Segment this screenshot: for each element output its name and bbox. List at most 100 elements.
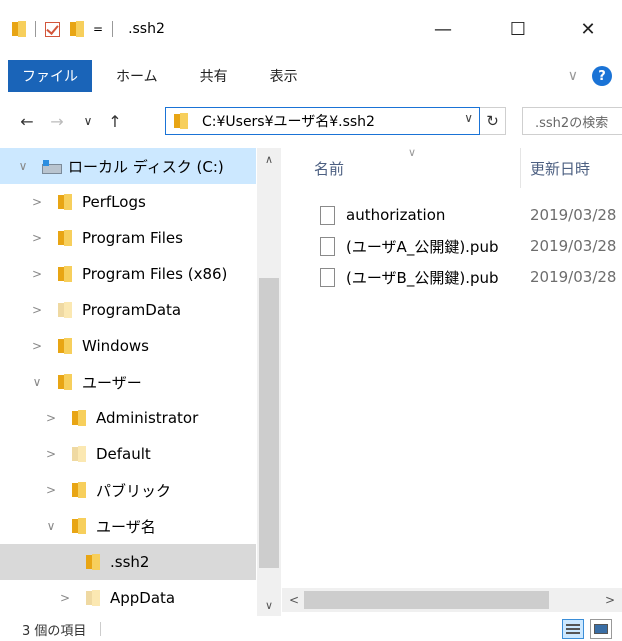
folder-icon [58, 338, 72, 354]
file-icon [320, 205, 335, 225]
expand-chevron-icon[interactable]: ∨ [44, 519, 58, 533]
details-view-button[interactable] [562, 619, 584, 639]
toolbar-separator [112, 21, 114, 37]
scroll-right-icon[interactable]: > [600, 588, 620, 612]
expand-chevron-icon[interactable]: ∨ [16, 159, 30, 173]
expand-ribbon-icon[interactable]: ∨ [568, 68, 578, 84]
tree-item-label: Default [96, 445, 151, 463]
scroll-up-icon[interactable]: ∧ [257, 148, 281, 170]
up-button[interactable]: ↑ [100, 104, 130, 138]
column-header-name[interactable]: 名前 [314, 148, 344, 188]
tree-item-label: ProgramData [82, 301, 182, 319]
address-dropdown-icon[interactable]: ∨ [464, 111, 473, 125]
file-name: authorization [346, 206, 446, 224]
column-header-date[interactable]: 更新日時 [530, 148, 590, 188]
ribbon-tabs: ファイル ホーム 共有 表示 ∨ ? [0, 60, 622, 92]
tree-item-label: パブリック [96, 481, 172, 500]
tree-item[interactable]: .ssh2 [0, 544, 256, 580]
folder-icon [58, 302, 72, 318]
item-count: 3 個の項目 [22, 623, 87, 639]
tab-home[interactable]: ホーム [104, 60, 170, 92]
tree-item[interactable]: ∨ ユーザ名 [0, 508, 256, 544]
tab-view[interactable]: 表示 [258, 60, 310, 92]
tree-item[interactable]: > ProgramData [0, 292, 256, 328]
large-icons-view-button[interactable] [590, 619, 612, 639]
scroll-thumb[interactable] [304, 591, 549, 609]
tree-item[interactable]: ∨ ローカル ディスク (C:) [0, 148, 256, 184]
file-icon [320, 236, 335, 256]
status-bar: 3 個の項目 [0, 617, 622, 641]
file-name: (ユーザB_公開鍵).pub [346, 268, 499, 287]
tree-item-label: AppData [110, 589, 176, 607]
address-row: ← → ∨ ↑ C:¥Users¥ユーザ名¥.ssh2 ∨ ↻ .ssh2の検索 [0, 104, 622, 138]
window-title: .ssh2 [128, 21, 165, 37]
explorer-window: = .ssh2 — ☐ ✕ ファイル ホーム 共有 表示 ∨ ? ← → ∨ ↑… [0, 0, 622, 641]
file-row[interactable]: (ユーザB_公開鍵).pub 2019/03/28 [290, 264, 622, 290]
expand-chevron-icon[interactable]: > [30, 231, 44, 245]
expand-chevron-icon[interactable]: > [44, 447, 58, 461]
address-bar[interactable]: C:¥Users¥ユーザ名¥.ssh2 ∨ [165, 107, 480, 135]
folder-icon [86, 554, 100, 570]
tree-item[interactable]: > パブリック [0, 472, 256, 508]
recent-locations-button[interactable]: ∨ [76, 104, 100, 138]
sort-indicator-icon: ∨ [408, 148, 417, 159]
tree-item[interactable]: > Default [0, 436, 256, 472]
file-icon [320, 267, 335, 287]
file-date: 2019/03/28 [530, 268, 617, 286]
file-date: 2019/03/28 [530, 237, 617, 255]
maximize-button[interactable]: ☐ [495, 12, 541, 46]
tree-item-label: .ssh2 [110, 553, 150, 571]
minimize-button[interactable]: — [420, 12, 466, 46]
file-name: (ユーザA_公開鍵).pub [346, 237, 499, 256]
nav-vertical-scrollbar[interactable]: ∧ ∨ [257, 148, 281, 616]
folder-icon [72, 446, 86, 462]
toolbar-separator [35, 21, 36, 37]
qat-dropdown[interactable]: = [93, 22, 103, 36]
file-date: 2019/03/28 [530, 206, 617, 224]
file-horizontal-scrollbar[interactable]: < > [282, 588, 622, 612]
file-row[interactable]: authorization 2019/03/28 [290, 202, 622, 228]
forward-button[interactable]: → [42, 104, 72, 138]
properties-check-icon[interactable] [45, 21, 60, 37]
refresh-icon[interactable]: ↻ [480, 107, 506, 135]
folder-icon [12, 21, 26, 37]
scroll-thumb[interactable] [259, 278, 279, 568]
expand-chevron-icon[interactable]: ∨ [30, 375, 44, 389]
scroll-down-icon[interactable]: ∨ [257, 594, 281, 616]
search-input[interactable]: .ssh2の検索 [522, 107, 622, 135]
file-row[interactable]: (ユーザA_公開鍵).pub 2019/03/28 [290, 233, 622, 259]
tree-item[interactable]: > Windows [0, 328, 256, 364]
close-button[interactable]: ✕ [565, 12, 611, 46]
expand-chevron-icon[interactable]: > [44, 411, 58, 425]
tab-share[interactable]: 共有 [188, 60, 240, 92]
tree-item-label: ローカル ディスク (C:) [68, 157, 224, 176]
folder-icon [72, 482, 86, 498]
tab-file[interactable]: ファイル [8, 60, 92, 92]
tree-item[interactable]: > AppData [0, 580, 256, 616]
view-buttons [562, 619, 612, 639]
tree-item[interactable]: > Administrator [0, 400, 256, 436]
expand-chevron-icon[interactable]: > [30, 339, 44, 353]
scroll-left-icon[interactable]: < [284, 588, 304, 612]
tree-item-label: Program Files [82, 229, 183, 247]
tree-item-label: Administrator [96, 409, 199, 427]
tree-item[interactable]: > PerfLogs [0, 184, 256, 220]
column-divider[interactable] [520, 148, 521, 188]
help-icon[interactable]: ? [592, 66, 612, 86]
expand-chevron-icon[interactable]: > [30, 195, 44, 209]
ribbon-controls: ∨ ? [568, 60, 612, 92]
address-path: C:¥Users¥ユーザ名¥.ssh2 [202, 114, 375, 130]
back-button[interactable]: ← [12, 104, 42, 138]
tree-item[interactable]: ∨ ユーザー [0, 364, 256, 400]
tree-item-label: ユーザー [82, 373, 142, 392]
new-folder-icon[interactable] [70, 21, 84, 37]
folder-icon [86, 590, 100, 606]
expand-chevron-icon[interactable]: > [58, 591, 72, 605]
expand-chevron-icon[interactable]: > [30, 303, 44, 317]
tree-item[interactable]: > Program Files [0, 220, 256, 256]
tree-item[interactable]: > Program Files (x86) [0, 256, 256, 292]
expand-chevron-icon[interactable]: > [30, 267, 44, 281]
folder-icon [58, 374, 72, 390]
expand-chevron-icon[interactable]: > [44, 483, 58, 497]
status-separator [100, 622, 102, 636]
